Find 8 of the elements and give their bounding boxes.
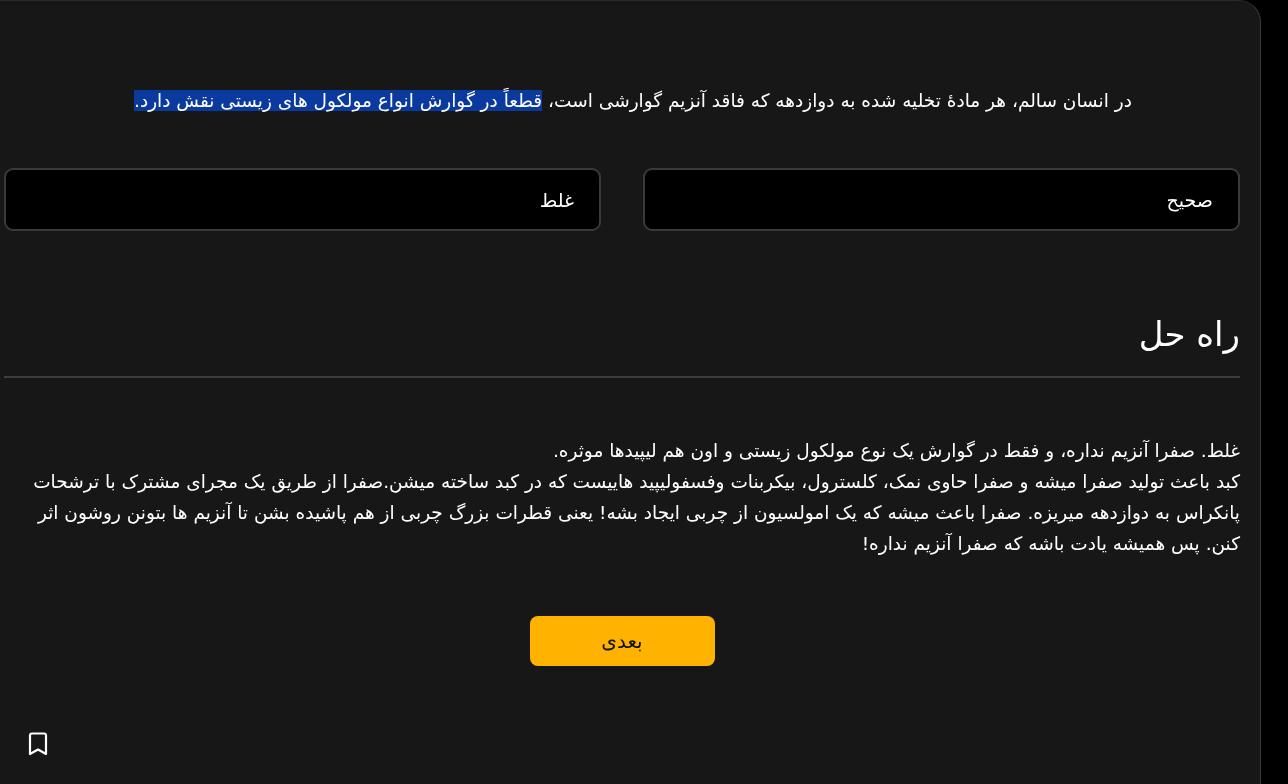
solution-text: کبد باعث تولید صفرا میشه و صفرا حاوی نمک، کلسترول، بیکربنات وفسفولیپید هاییست که در کبد ساخته میشن.صفرا از طریق یک مجرای مشترک با ترشحات پانکراس به دوازدهه میریزه. صفرا باعث میشه که یک امولسیون از چربی ایجاد بشه! یعنی قطرات بزرگ چربی از هم پاشیده بشن تا آنزیم ها بتونن روشون اثر کنن. پس همیشه یادت باشه که صفرا آنزیم نداره! [32, 470, 1240, 557]
answer-option[interactable]: غلط [4, 168, 601, 231]
solution-text: غلط. صفرا آنزیم نداره، و فقط در گوارش یک نوع مولکول زیستی و اون هم لیپیدها موثره. [551, 439, 1240, 464]
solution-heading: راه حل [1137, 313, 1240, 356]
bookmark-icon[interactable] [28, 732, 48, 756]
question-text: در انسان سالم، هر مادهٔ تخلیه شده به دوازدهه که فاقد آنزیم گوارشی است، قطعاً در گوارش انواع مولکول های زیستی نقش دارد. [4, 87, 1240, 115]
next-button[interactable]: بعدی [529, 616, 715, 666]
answer-option[interactable]: صحیح [643, 168, 1240, 231]
